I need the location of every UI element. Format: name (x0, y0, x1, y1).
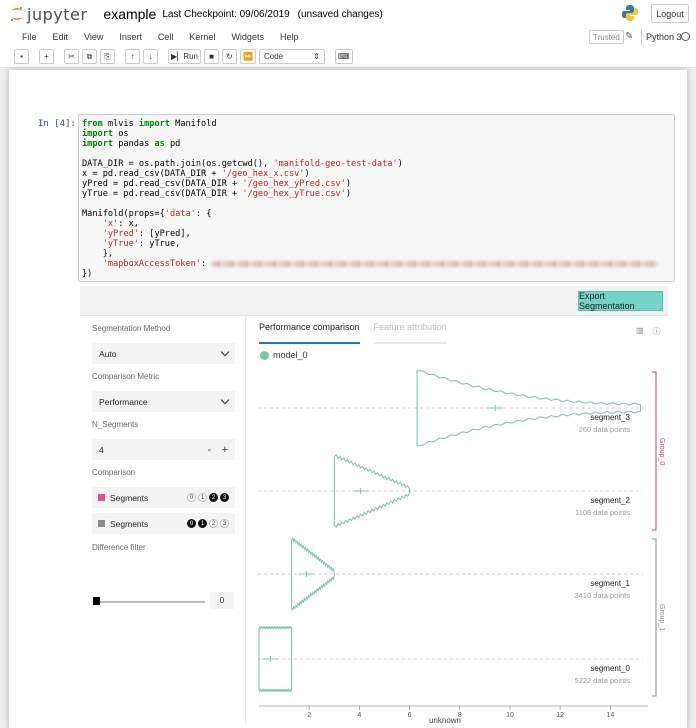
increment-button[interactable]: + (222, 444, 228, 456)
menu-kernel[interactable]: Kernel (181, 32, 223, 42)
segment-toggle[interactable]: 2 (209, 493, 218, 502)
updown-icon: ⇕ (313, 52, 320, 61)
n-segments-stepper[interactable]: 4 - + (92, 439, 235, 460)
restart-icon[interactable]: ↻ (222, 49, 237, 64)
notebook-toolbar: ▪ + ✂ ⧉ ⎘ ↑ ↓ ▶▏ Run ■ ↻ ⏩ Code ⇕ ⌨ (0, 46, 696, 68)
segment-name: segment_1 (590, 579, 630, 588)
segment-toggle[interactable]: 0 (187, 519, 196, 528)
segmentation-method-label: Segmentation Method (92, 324, 171, 333)
comparison-label: Comparison (92, 468, 136, 477)
segment-name: segment_0 (590, 664, 630, 673)
save-icon[interactable]: ▪ (14, 49, 29, 64)
code-cell-editor[interactable]: from mlvis import Manifold import os imp… (78, 114, 675, 282)
x-tick-label: 10 (506, 712, 514, 719)
menu-cell[interactable]: Cell (150, 32, 182, 42)
group-0-swatch (98, 494, 105, 501)
run-icon: ▶▏ (171, 52, 184, 61)
jupyter-wordmark: jupyter (27, 4, 88, 24)
group-0-label: Group_0 (658, 438, 665, 465)
unsaved-indicator: (unsaved changes) (297, 8, 383, 20)
jupyter-logo[interactable]: jupyter (10, 5, 87, 24)
x-tick-label: 12 (556, 712, 564, 719)
x-tick-label: 14 (606, 712, 614, 719)
jupyter-logo-icon (11, 7, 23, 21)
segment-toggle[interactable]: 3 (220, 493, 229, 502)
move-up-icon[interactable]: ↑ (125, 49, 140, 64)
x-tick-label: 6 (408, 712, 412, 719)
x-tick-label: 4 (357, 712, 361, 719)
cell-type-select[interactable]: Code ⇕ (258, 49, 325, 64)
kernel-name: Python 3 (641, 29, 682, 45)
comparison-metric-label: Comparison Metric (92, 372, 160, 381)
segment-toggle[interactable]: 3 (220, 519, 229, 528)
performance-plot[interactable]: 2 4 6 8 10 12 14unknownsegment_3260 data point… (248, 286, 668, 724)
trusted-badge[interactable]: Trusted (589, 30, 624, 44)
redacted-token (211, 260, 660, 267)
keyboard-icon[interactable]: ⌨ (334, 49, 353, 64)
difference-filter-label: Difference filter (92, 543, 146, 552)
manifold-widget: Export Segmentation Segmentation Method … (80, 286, 668, 724)
chevron-down-icon (220, 347, 230, 357)
checkpoint-status: Last Checkpoint: 09/06/2019 (162, 8, 290, 20)
decrement-button[interactable]: - (208, 444, 212, 456)
x-axis-label: unknown (429, 716, 461, 724)
group-1-bracket (652, 538, 657, 697)
segment-count: 1108 data points (575, 508, 630, 517)
cut-icon[interactable]: ✂ (64, 49, 79, 64)
difference-filter-value[interactable]: 0 (210, 592, 234, 609)
comparison-metric-value: Performance (99, 396, 148, 407)
menu-widgets[interactable]: Widgets (223, 32, 272, 42)
run-label: Run (183, 52, 198, 61)
group-1-label: Group_1 (658, 604, 665, 631)
group-1-swatch (98, 520, 105, 527)
move-down-icon[interactable]: ↓ (143, 49, 158, 64)
comparison-group-label: Segments (110, 492, 149, 503)
comparison-group-1: Segments 0 1 2 3 (92, 513, 235, 534)
segment-toggle[interactable]: 2 (209, 519, 218, 528)
menu-insert[interactable]: Insert (111, 32, 150, 42)
notebook-title[interactable]: example (103, 6, 156, 22)
segment-count: 3410 data points (575, 591, 631, 600)
kernel-status-icon (681, 32, 690, 41)
n-segments-value: 4 (99, 444, 104, 455)
edit-pencil-icon[interactable]: ✎ (625, 31, 633, 42)
restart-run-all-icon[interactable]: ⏩ (240, 49, 256, 64)
jupyter-header: jupyter example Last Checkpoint: 09/06/2… (0, 0, 696, 28)
menu-edit[interactable]: Edit (45, 32, 77, 42)
slider-handle[interactable] (93, 597, 100, 605)
segment-name: segment_3 (590, 413, 630, 422)
cell-type-value: Code (263, 52, 284, 61)
segmentation-method-value: Auto (99, 348, 117, 359)
stop-icon[interactable]: ■ (204, 49, 219, 64)
menu-view[interactable]: View (76, 32, 111, 42)
python-logo-icon (622, 5, 638, 21)
comparison-group-label: Segments (110, 518, 149, 529)
segment-count: 260 data points (579, 425, 631, 434)
chevron-down-icon (220, 395, 230, 405)
segment-toggle[interactable]: 1 (198, 493, 207, 502)
segment-name: segment_2 (590, 496, 630, 505)
group-0-bracket (652, 371, 657, 531)
insert-cell-icon[interactable]: + (39, 49, 54, 64)
x-tick-label: 2 (307, 712, 311, 719)
difference-filter-slider[interactable] (97, 601, 205, 603)
menu-file[interactable]: File (14, 32, 45, 42)
n-segments-label: N_Segments (92, 420, 139, 429)
logout-button[interactable]: Logout (651, 4, 689, 23)
paste-icon[interactable]: ⎘ (100, 49, 115, 64)
run-button[interactable]: ▶▏ Run (168, 49, 201, 64)
comparison-metric-select[interactable]: Performance (92, 391, 235, 412)
menu-help[interactable]: Help (272, 32, 307, 42)
segment-toggle[interactable]: 0 (187, 493, 196, 502)
control-panel: Segmentation Method Auto Comparison Metr… (80, 316, 246, 724)
segment-toggle[interactable]: 1 (198, 519, 207, 528)
comparison-group-0: Segments 0 1 2 3 (92, 487, 235, 508)
cell-prompt: In [4]: (38, 119, 76, 129)
segmentation-method-select[interactable]: Auto (92, 343, 235, 364)
segment-count: 5222 data points (575, 676, 631, 685)
copy-icon[interactable]: ⧉ (82, 49, 97, 64)
